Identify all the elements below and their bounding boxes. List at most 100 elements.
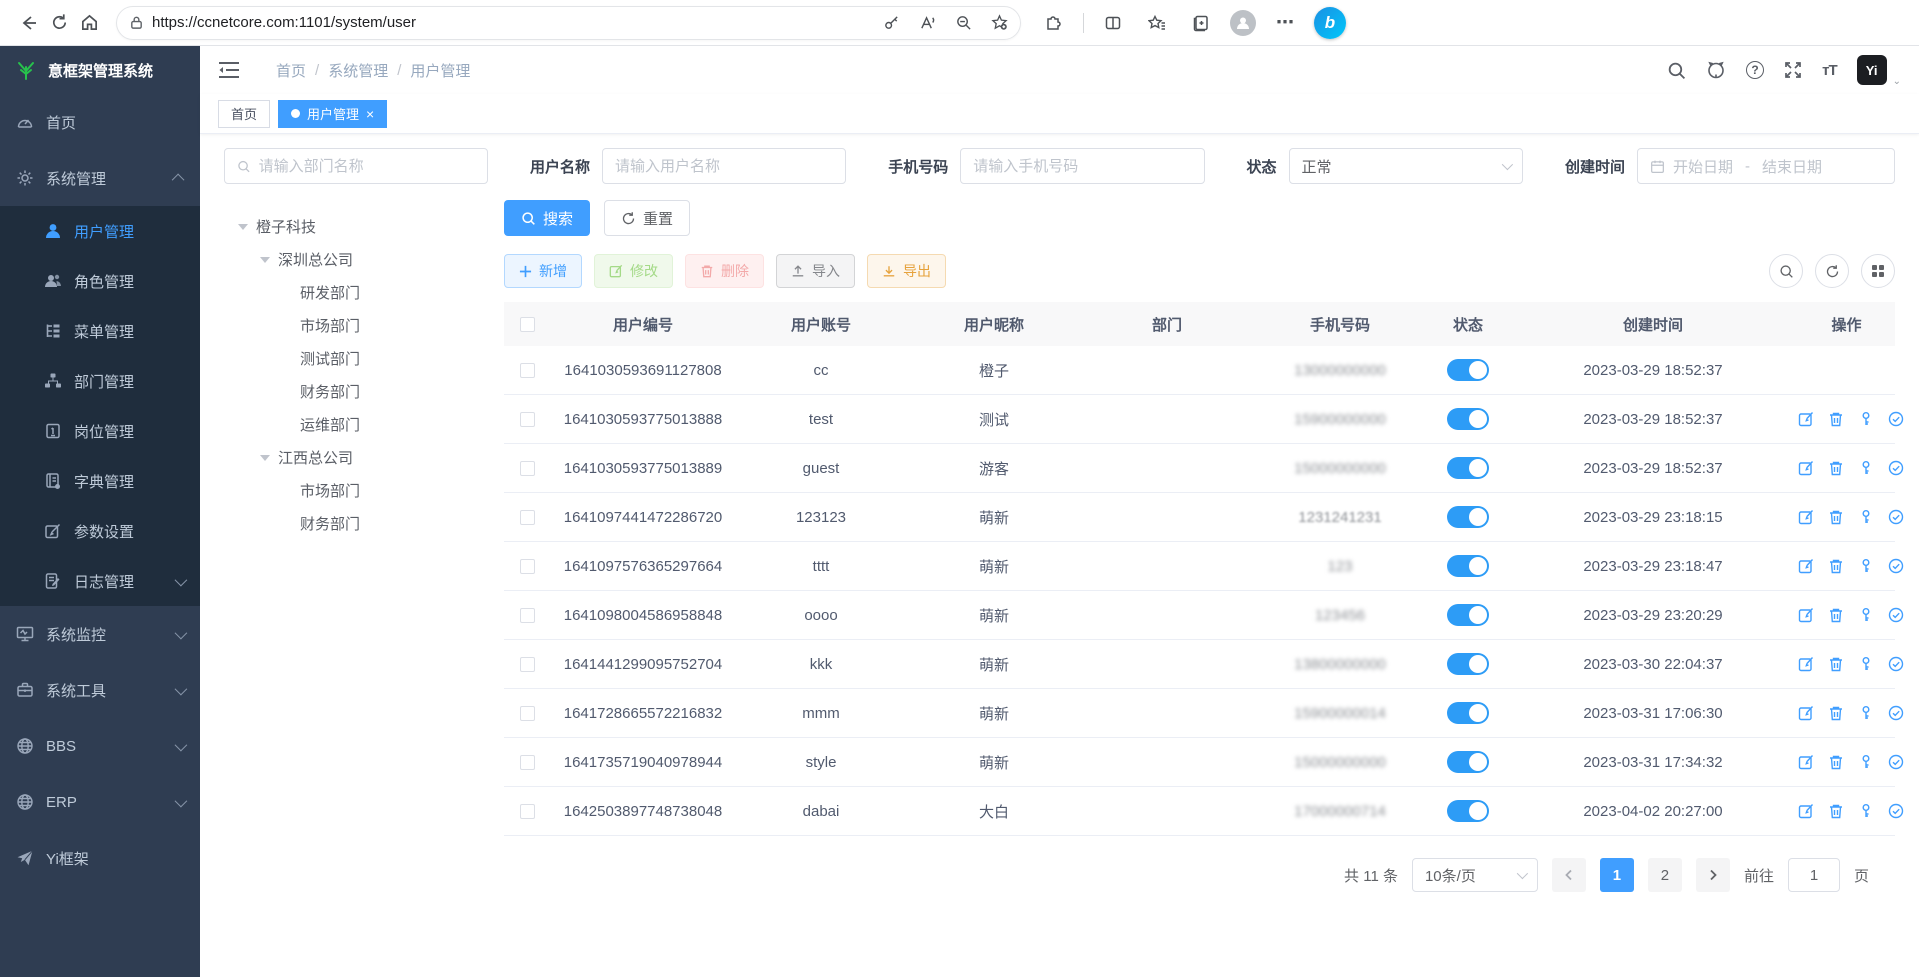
sidebar-menu-item[interactable]: 日志管理 (0, 556, 200, 606)
row-delete-icon[interactable] (1828, 558, 1844, 574)
status-toggle[interactable] (1447, 359, 1489, 381)
app-logo[interactable]: 意框架管理系统 (0, 46, 200, 94)
row-checkbox[interactable] (520, 755, 535, 770)
import-button[interactable]: 导入 (776, 254, 855, 288)
table-refresh-icon[interactable] (1815, 254, 1849, 288)
row-delete-icon[interactable] (1828, 705, 1844, 721)
add-button[interactable]: 新增 (504, 254, 582, 288)
export-button[interactable]: 导出 (867, 254, 946, 288)
fullscreen-icon[interactable] (1784, 61, 1802, 79)
row-edit-icon[interactable] (1798, 656, 1814, 672)
username-input[interactable] (615, 158, 833, 175)
row-reset-password-icon[interactable] (1858, 803, 1874, 819)
sidebar-menu-item[interactable]: BBS (0, 718, 200, 774)
sidebar-menu-item[interactable]: 系统管理 (0, 150, 200, 206)
status-toggle[interactable] (1447, 751, 1489, 773)
breadcrumb-item[interactable]: 首页 (276, 60, 306, 81)
split-screen-icon[interactable] (1098, 8, 1128, 38)
sidebar-menu-item[interactable]: 部门管理 (0, 356, 200, 406)
date-range-picker[interactable]: 开始日期 - 结束日期 (1637, 148, 1895, 184)
row-edit-icon[interactable] (1798, 607, 1814, 623)
password-key-icon[interactable] (876, 8, 906, 38)
dept-search-box[interactable] (224, 148, 488, 184)
font-size-icon[interactable]: тT (1822, 62, 1837, 79)
row-delete-icon[interactable] (1828, 803, 1844, 819)
row-checkbox[interactable] (520, 657, 535, 672)
row-reset-password-icon[interactable] (1858, 460, 1874, 476)
status-toggle[interactable] (1447, 457, 1489, 479)
lock-icon[interactable] (129, 15, 144, 30)
row-assign-role-icon[interactable] (1888, 460, 1904, 476)
breadcrumb-item[interactable]: 系统管理 (328, 60, 388, 81)
row-edit-icon[interactable] (1798, 803, 1814, 819)
row-assign-role-icon[interactable] (1888, 558, 1904, 574)
tag-view[interactable]: 首页 × (218, 100, 270, 128)
status-select[interactable]: 正常 (1289, 148, 1523, 184)
row-edit-icon[interactable] (1798, 705, 1814, 721)
tree-arrow-icon[interactable] (260, 455, 270, 461)
row-checkbox[interactable] (520, 706, 535, 721)
row-reset-password-icon[interactable] (1858, 754, 1874, 770)
row-checkbox[interactable] (520, 804, 535, 819)
dept-search-input[interactable] (259, 158, 475, 175)
sidebar-menu-item[interactable]: 系统监控 (0, 606, 200, 662)
status-toggle[interactable] (1447, 653, 1489, 675)
status-toggle[interactable] (1447, 800, 1489, 822)
github-icon[interactable] (1706, 60, 1726, 80)
row-assign-role-icon[interactable] (1888, 803, 1904, 819)
row-delete-icon[interactable] (1828, 460, 1844, 476)
row-delete-icon[interactable] (1828, 607, 1844, 623)
favorites-bar-icon[interactable] (1142, 8, 1172, 38)
row-delete-icon[interactable] (1828, 754, 1844, 770)
tree-node[interactable]: 市场部门 (224, 474, 504, 507)
extensions-icon[interactable] (1039, 8, 1069, 38)
home-icon[interactable] (74, 8, 104, 38)
next-page-button[interactable] (1696, 858, 1730, 892)
row-reset-password-icon[interactable] (1858, 558, 1874, 574)
row-delete-icon[interactable] (1828, 411, 1844, 427)
phone-box[interactable] (960, 148, 1204, 184)
sidebar-menu-item[interactable]: 用户管理 (0, 206, 200, 256)
select-all-checkbox[interactable] (520, 317, 535, 332)
table-search-toggle-icon[interactable] (1769, 254, 1803, 288)
row-checkbox[interactable] (520, 608, 535, 623)
status-toggle[interactable] (1447, 604, 1489, 626)
row-edit-icon[interactable] (1798, 460, 1814, 476)
sidebar-menu-item[interactable]: 参数设置 (0, 506, 200, 556)
goto-page-input[interactable] (1788, 858, 1840, 892)
row-checkbox[interactable] (520, 363, 535, 378)
status-toggle[interactable] (1447, 408, 1489, 430)
row-assign-role-icon[interactable] (1888, 705, 1904, 721)
sidebar-menu-item[interactable]: 岗位管理 (0, 406, 200, 456)
row-edit-icon[interactable] (1798, 509, 1814, 525)
sidebar-menu-item[interactable]: ERP (0, 774, 200, 830)
sidebar-menu-item[interactable]: 角色管理 (0, 256, 200, 306)
collections-icon[interactable] (1186, 8, 1216, 38)
tree-node[interactable]: 运维部门 (224, 408, 504, 441)
collapse-sidebar-icon[interactable] (218, 61, 240, 79)
search-button[interactable]: 搜索 (504, 200, 590, 236)
url-text[interactable]: https://ccnetcore.com:1101/system/user (152, 14, 868, 31)
tree-node[interactable]: 测试部门 (224, 342, 504, 375)
status-toggle[interactable] (1447, 555, 1489, 577)
back-icon[interactable] (14, 8, 44, 38)
zoom-out-icon[interactable] (948, 8, 978, 38)
phone-input[interactable] (973, 158, 1191, 175)
header-search-icon[interactable] (1667, 61, 1686, 80)
row-reset-password-icon[interactable] (1858, 509, 1874, 525)
sidebar-menu-item[interactable]: 首页 (0, 94, 200, 150)
add-favorite-icon[interactable] (984, 8, 1014, 38)
tree-node[interactable]: 市场部门 (224, 309, 504, 342)
tree-node[interactable]: 江西总公司 (224, 441, 504, 474)
row-edit-icon[interactable] (1798, 411, 1814, 427)
row-checkbox[interactable] (520, 461, 535, 476)
row-assign-role-icon[interactable] (1888, 656, 1904, 672)
browser-profile-avatar[interactable] (1230, 10, 1256, 36)
username-box[interactable] (602, 148, 846, 184)
row-checkbox[interactable] (520, 412, 535, 427)
tree-node[interactable]: 橙子科技 (224, 210, 504, 243)
sidebar-menu-item[interactable]: 字典管理 (0, 456, 200, 506)
row-checkbox[interactable] (520, 559, 535, 574)
row-assign-role-icon[interactable] (1888, 509, 1904, 525)
tree-node[interactable]: 财务部门 (224, 375, 504, 408)
